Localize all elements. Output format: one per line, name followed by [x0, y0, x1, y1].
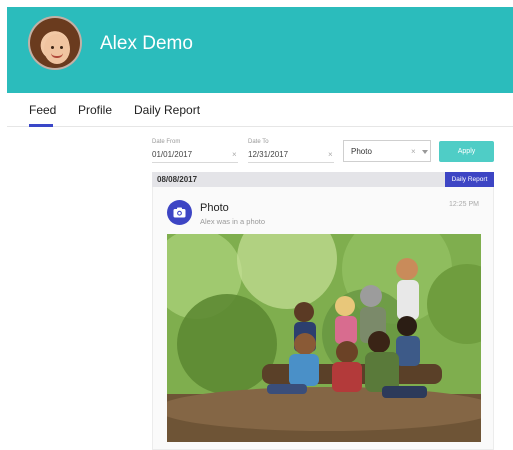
avatar-eye-right	[60, 46, 63, 49]
date-to-clear-icon[interactable]: ×	[328, 150, 333, 159]
tab-profile[interactable]: Profile	[78, 103, 112, 117]
feed-post-card: Photo Alex was in a photo 12:25 PM	[152, 187, 494, 450]
post-subtitle: Alex was in a photo	[200, 217, 266, 226]
avatar-eye-left	[51, 46, 54, 49]
photo-illustration	[167, 234, 481, 442]
camera-icon	[167, 200, 192, 225]
avatar-face	[44, 34, 70, 64]
date-to-input[interactable]: 12/31/2017	[248, 150, 288, 159]
post-photo[interactable]	[167, 234, 481, 442]
type-select-value: Photo	[351, 147, 372, 156]
type-clear-icon[interactable]: ×	[411, 147, 416, 156]
date-from-input[interactable]: 01/01/2017	[152, 150, 192, 159]
daily-report-button[interactable]: Daily Report	[445, 172, 494, 187]
feed-date: 08/08/2017	[157, 175, 198, 184]
user-name: Alex Demo	[100, 33, 193, 54]
type-select[interactable]: Photo ×	[343, 140, 431, 162]
feed-date-bar: 08/08/2017 Daily Report	[152, 172, 494, 187]
post-title: Photo	[200, 202, 229, 214]
profile-header: Alex Demo	[7, 7, 513, 93]
date-to-label: Date To	[248, 139, 269, 145]
date-to-underline	[248, 162, 334, 163]
date-from-clear-icon[interactable]: ×	[232, 150, 237, 159]
active-tab-indicator	[29, 124, 53, 127]
tab-feed[interactable]: Feed	[29, 103, 56, 117]
tab-bar: Feed Profile Daily Report	[7, 93, 513, 127]
tab-daily-report[interactable]: Daily Report	[134, 103, 200, 117]
chevron-down-icon[interactable]	[422, 150, 428, 154]
date-from-label: Date From	[152, 139, 181, 145]
date-from-underline	[152, 162, 238, 163]
post-time: 12:25 PM	[449, 201, 479, 208]
avatar[interactable]	[28, 16, 82, 70]
apply-button[interactable]: Apply	[439, 141, 494, 162]
